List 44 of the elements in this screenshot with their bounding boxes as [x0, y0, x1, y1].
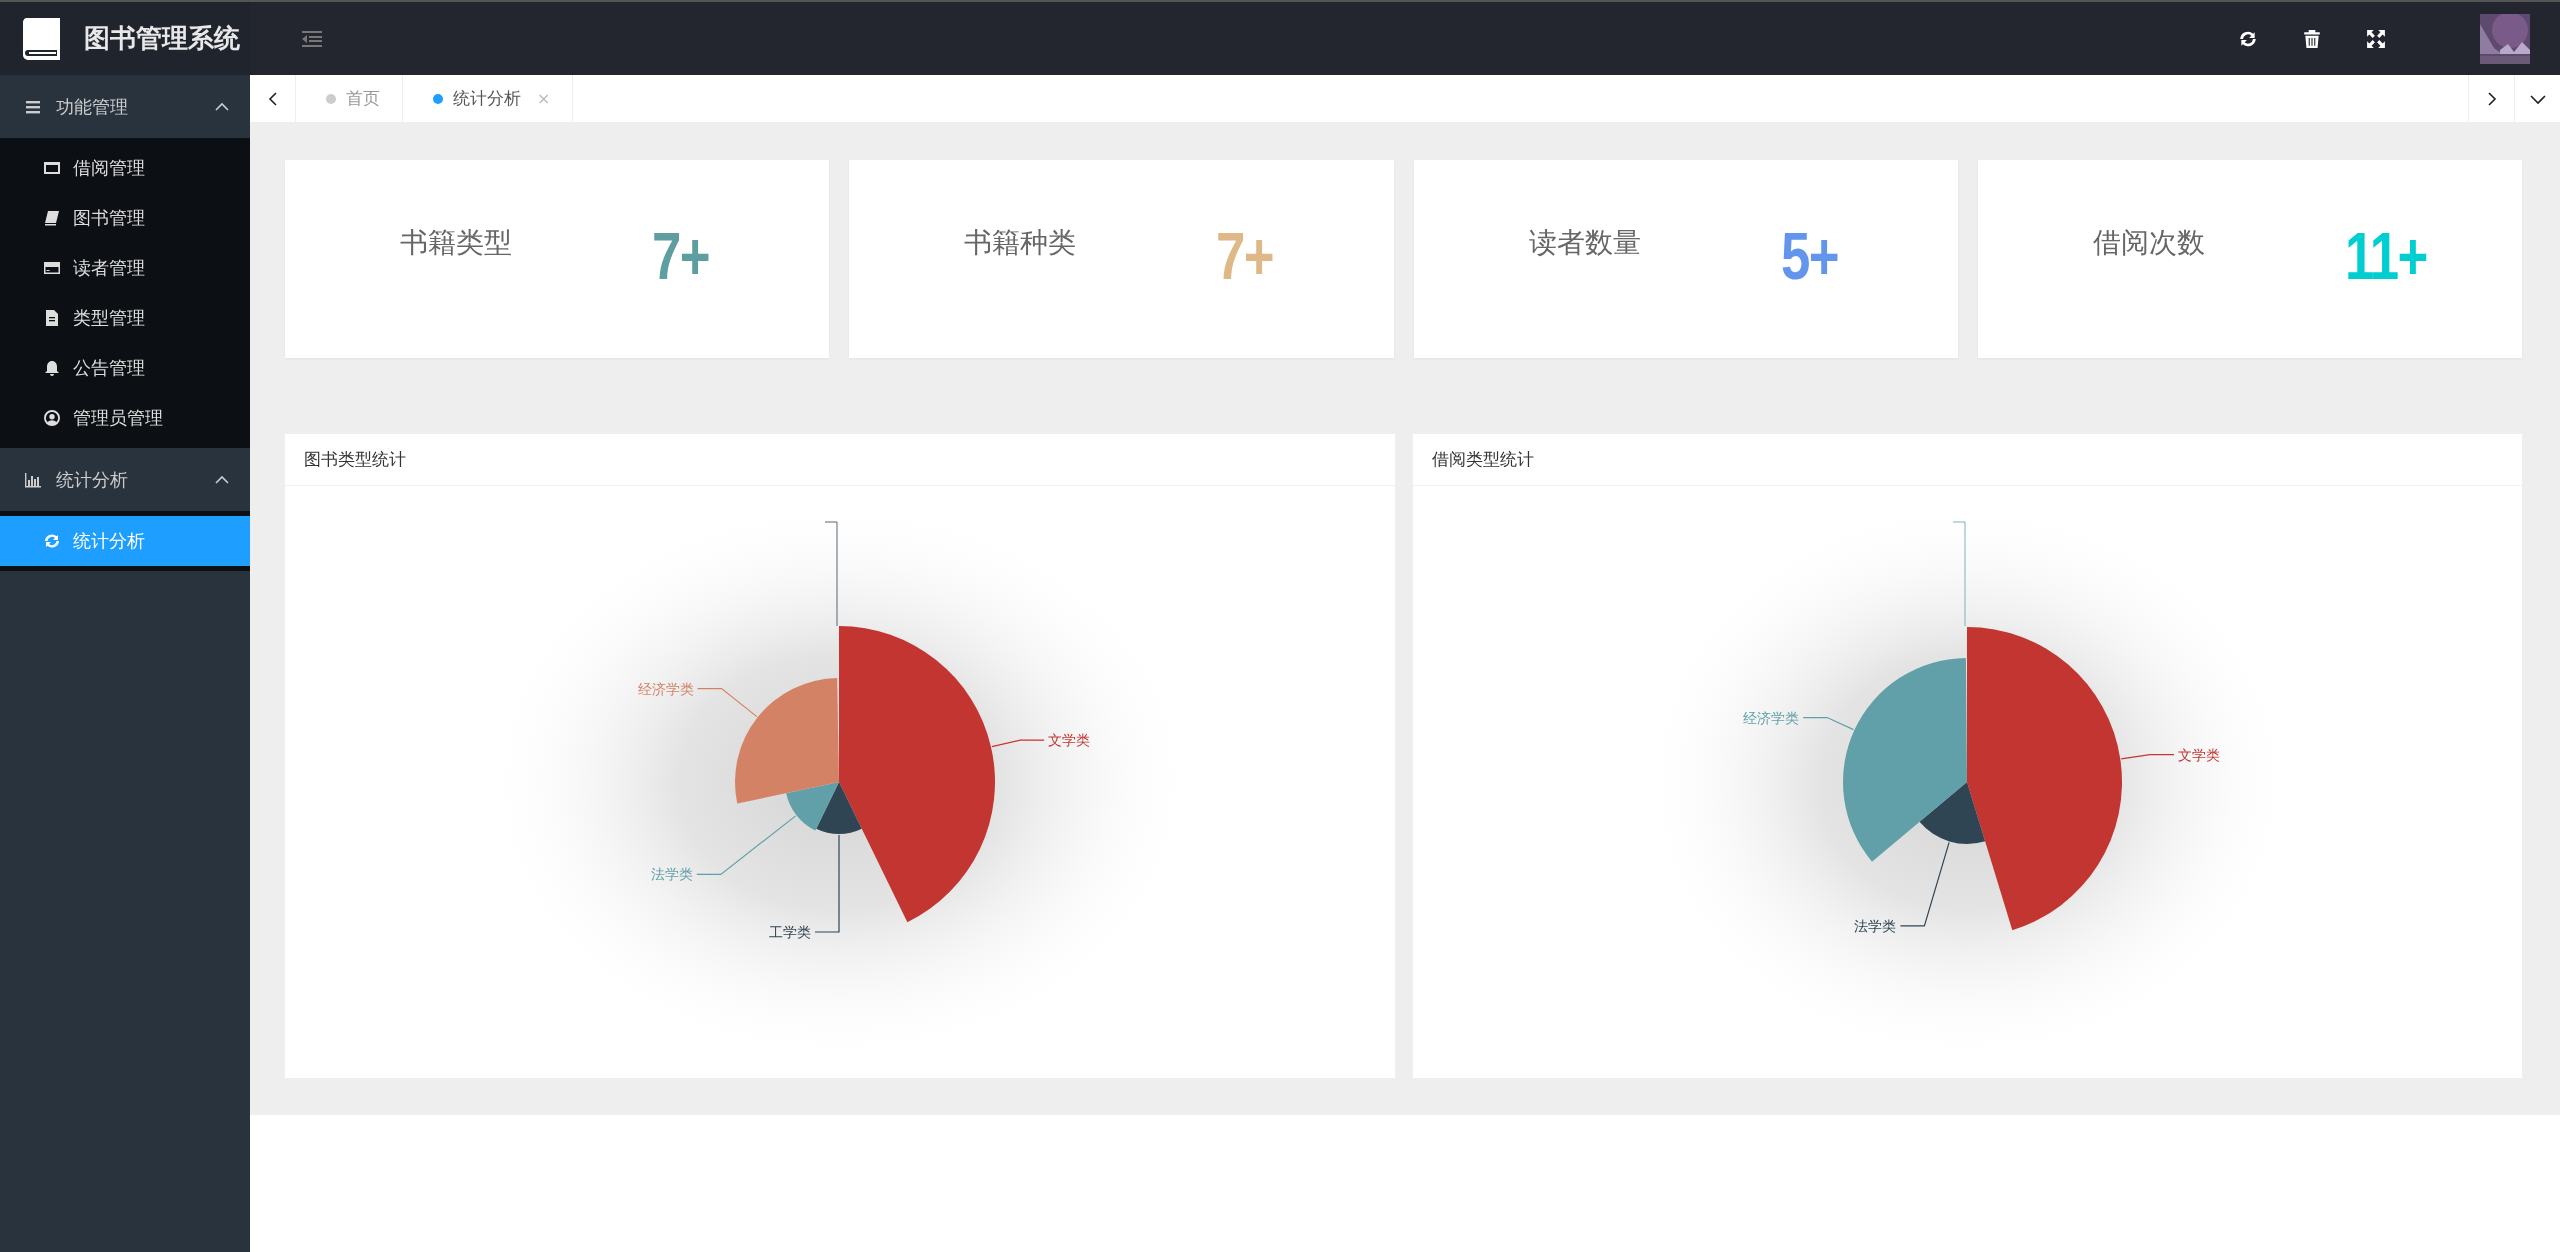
slice-label: 经济学类 — [637, 680, 694, 697]
stat-label: 书籍类型 — [400, 225, 513, 261]
leader-line — [991, 739, 1045, 748]
slice-label: 工学类 — [769, 924, 811, 940]
slice-label: 文学类 — [2177, 746, 2220, 763]
panel-title: 图书类型统计 — [304, 448, 406, 471]
stat-label: 书籍种类 — [964, 225, 1078, 261]
stat-label: 借阅次数 — [2092, 225, 2206, 261]
slice-label: 经济学类 — [1742, 709, 1799, 726]
stat-label: 读者数量 — [1528, 225, 1642, 261]
fullscreen-icon[interactable] — [2366, 28, 2386, 49]
slice-label: 法学类 — [650, 866, 693, 883]
tab[interactable]: 统计分析 × — [403, 75, 574, 122]
file-icon — [43, 309, 61, 327]
sidebar-item[interactable]: 读者管理 — [0, 243, 250, 293]
sidebar-item[interactable]: 类型管理 — [0, 293, 250, 343]
stat-value: 7+ — [1216, 218, 1274, 294]
refresh-icon — [43, 532, 61, 550]
stat-value: 7+ — [652, 218, 709, 294]
slice-label: 文学类 — [1048, 732, 1091, 749]
leader-line — [2120, 754, 2175, 760]
leader-line — [1802, 716, 1854, 731]
tab-dot — [326, 93, 336, 104]
slice-label: 法学类 — [1853, 917, 1896, 934]
sidebar-item[interactable]: 管理员管理 — [0, 393, 250, 443]
book-icon — [43, 209, 61, 227]
menu-group[interactable]: 统计分析 — [0, 448, 250, 511]
app-title: 图书管理系统 — [84, 22, 240, 55]
stat-value: 5+ — [1780, 218, 1838, 294]
bar-chart-icon — [24, 470, 42, 489]
menu-fold-icon[interactable] — [302, 30, 322, 47]
card-icon — [43, 259, 61, 277]
bell-icon — [43, 359, 61, 377]
sidebar-item[interactable]: 公告管理 — [0, 343, 250, 393]
menu-group[interactable]: 功能管理 — [0, 75, 250, 138]
stat-value: 11+ — [2344, 218, 2427, 294]
user-icon — [43, 409, 61, 427]
window-icon — [43, 159, 61, 177]
leader-line — [697, 688, 758, 718]
sidebar-item[interactable]: 借阅管理 — [0, 143, 250, 193]
panel-title: 借阅类型统计 — [1431, 448, 1534, 471]
sidebar-item[interactable]: 图书管理 — [0, 193, 250, 243]
tab-dot — [433, 93, 443, 104]
trash-icon[interactable] — [2302, 28, 2322, 49]
